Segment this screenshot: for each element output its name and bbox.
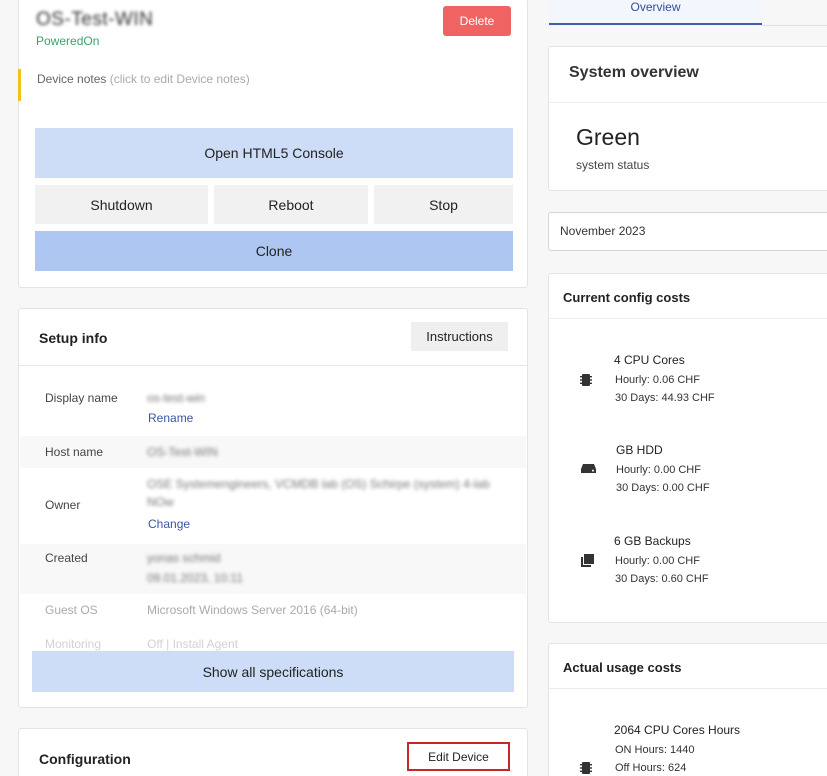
delete-button[interactable]: Delete — [443, 6, 511, 36]
guest-os-label: Guest OS — [45, 603, 98, 617]
cpu-icon — [580, 761, 592, 775]
guest-os-value: Microsoft Windows Server 2016 (64-bit) — [147, 603, 358, 617]
setup-info-title: Setup info — [39, 330, 108, 346]
current-config-costs-card: Current config costs 4 CPU Cores Hourly:… — [548, 273, 827, 623]
stop-button[interactable]: Stop — [374, 185, 513, 224]
system-status-value: Green — [576, 124, 640, 150]
cost-item-hdd: GB HDD Hourly: 0.00 CHF 30 Days: 0.00 CH… — [549, 443, 827, 503]
host-name-value: OS-Test-WIN — [147, 445, 218, 459]
tab-overview[interactable]: Overview — [549, 0, 762, 25]
cost-item-cpu: 4 CPU Cores Hourly: 0.06 CHF 30 Days: 44… — [549, 353, 827, 413]
divider — [549, 102, 827, 103]
device-title: OS-Test-WIN — [36, 9, 154, 30]
configuration-card: Configuration Edit Device — [18, 728, 528, 776]
backup-icon — [581, 554, 594, 567]
cost-item-hourly: Hourly: 0.00 CHF — [615, 555, 700, 567]
actual-usage-costs-title: Actual usage costs — [563, 660, 682, 675]
monitoring-row: Monitoring Off | Install Agent — [20, 629, 526, 651]
instructions-button[interactable]: Instructions — [411, 322, 508, 351]
device-notes[interactable]: Device notes (click to edit Device notes… — [18, 69, 318, 101]
usage-item-cpu: 2064 CPU Cores Hours ON Hours: 1440 Off … — [549, 723, 827, 776]
created-row: Created yonas schmid 09.01.2023, 10:11 — [20, 544, 526, 594]
device-power-state: PoweredOn — [36, 34, 100, 48]
cost-item-name: 6 GB Backups — [614, 534, 691, 548]
system-status-caption: system status — [576, 158, 650, 172]
display-name-label: Display name — [45, 391, 118, 405]
divider — [19, 365, 527, 366]
owner-value: OSE Systemengineers, VCMDB lab (OS) Schi… — [147, 477, 490, 491]
device-notes-label: Device notes — [37, 72, 107, 86]
actual-usage-costs-card: Actual usage costs 2064 CPU Cores Hours … — [548, 643, 827, 776]
created-date-value: 09.01.2023, 10:11 — [147, 571, 243, 585]
show-all-specifications-button[interactable]: Show all specifications — [32, 651, 514, 692]
shutdown-button[interactable]: Shutdown — [35, 185, 208, 224]
host-name-label: Host name — [45, 445, 104, 459]
rename-link[interactable]: Rename — [148, 411, 193, 425]
edit-device-button[interactable]: Edit Device — [407, 742, 510, 771]
system-overview-title: System overview — [569, 64, 699, 81]
cost-item-30days: 30 Days: 44.93 CHF — [615, 392, 715, 404]
reboot-button[interactable]: Reboot — [214, 185, 368, 224]
monitoring-value: Off | Install Agent — [147, 637, 238, 651]
usage-item-off-hours: Off Hours: 624 — [615, 762, 687, 774]
system-overview-card: System overview Green system status — [548, 46, 827, 191]
divider — [549, 318, 827, 319]
configuration-title: Configuration — [39, 751, 131, 767]
cost-item-name: 4 CPU Cores — [614, 353, 685, 367]
cost-item-hourly: Hourly: 0.06 CHF — [615, 374, 700, 386]
owner-label: Owner — [45, 498, 81, 512]
cost-item-backups: 6 GB Backups Hourly: 0.00 CHF 30 Days: 0… — [549, 534, 827, 594]
hdd-icon — [581, 464, 596, 473]
cost-item-30days: 30 Days: 0.60 CHF — [615, 573, 709, 585]
owner-row: Owner OSE Systemengineers, VCMDB lab (OS… — [20, 469, 526, 543]
divider — [549, 688, 827, 689]
current-config-costs-title: Current config costs — [563, 290, 691, 305]
display-name-row: Display name os-test-win Rename — [20, 375, 526, 435]
display-name-value: os-test-win — [147, 391, 206, 405]
open-console-button[interactable]: Open HTML5 Console — [35, 128, 513, 178]
cost-item-name: GB HDD — [616, 443, 663, 457]
month-select[interactable]: November 2023 — [548, 212, 827, 251]
created-label: Created — [45, 551, 88, 565]
owner-value-line2: NOw — [147, 495, 174, 509]
host-name-row: Host name OS-Test-WIN — [20, 436, 526, 468]
clone-button[interactable]: Clone — [35, 231, 513, 271]
cpu-icon — [580, 373, 592, 387]
tab-divider — [762, 25, 827, 26]
setup-info-card: Setup info Instructions Display name os-… — [18, 308, 528, 708]
cost-item-30days: 30 Days: 0.00 CHF — [616, 482, 710, 494]
cost-item-hourly: Hourly: 0.00 CHF — [616, 464, 701, 476]
usage-item-on-hours: ON Hours: 1440 — [615, 744, 695, 756]
monitoring-label: Monitoring — [45, 637, 102, 651]
usage-item-name: 2064 CPU Cores Hours — [614, 723, 741, 737]
created-by-value: yonas schmid — [147, 551, 221, 565]
device-notes-hint: (click to edit Device notes) — [109, 72, 250, 86]
device-card: OS-Test-WIN PoweredOn Delete Device note… — [18, 0, 528, 288]
change-owner-link[interactable]: Change — [148, 517, 190, 531]
guest-os-row: Guest OS Microsoft Windows Server 2016 (… — [20, 595, 526, 625]
